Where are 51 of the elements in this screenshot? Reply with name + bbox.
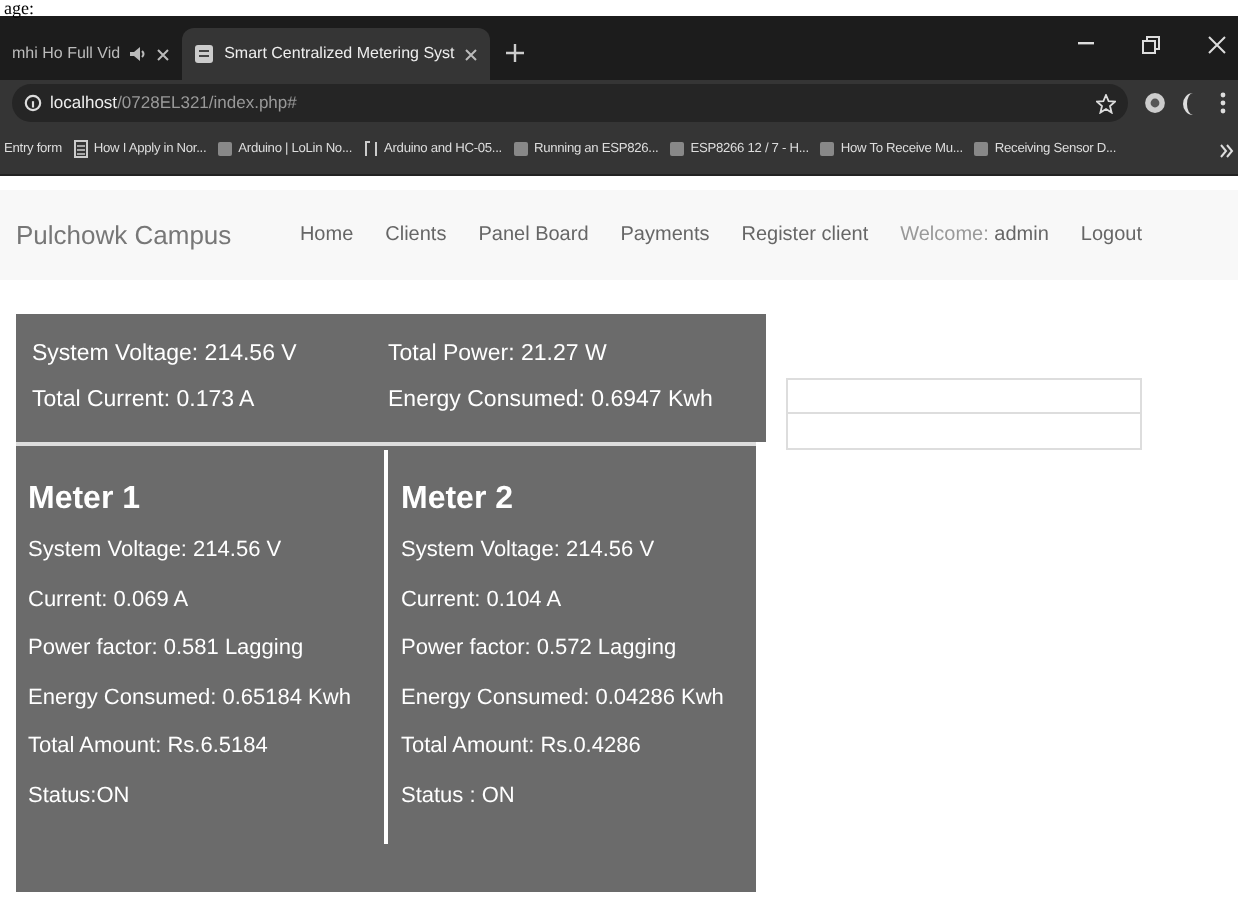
- info-icon: [24, 94, 42, 112]
- close-icon[interactable]: [464, 47, 479, 61]
- meter-reading: Total Amount: Rs.0.4286: [400, 732, 643, 762]
- meter-reading: Power factor: 0.572 Lagging: [400, 634, 679, 664]
- page-icon: [218, 142, 233, 157]
- menu-icon[interactable]: [1220, 92, 1226, 114]
- meter-title: Meter 1: [28, 480, 143, 520]
- meter-reading: Status:ON: [28, 781, 132, 811]
- meter-title: Meter 2: [400, 480, 516, 520]
- meter-reading: Power factor: 0.581 Lagging: [28, 634, 306, 664]
- meter-reading: Energy Consumed: 0.04286 Kwh: [400, 683, 726, 713]
- page-icon: [194, 44, 215, 64]
- close-icon[interactable]: [1208, 35, 1226, 53]
- brand-title[interactable]: Pulchowk Campus: [16, 215, 232, 255]
- page-icon: [974, 142, 989, 157]
- welcome-text: Welcome: admin: [900, 222, 1049, 250]
- summary-reading: System Voltage: 214.56 V: [32, 340, 299, 370]
- meter-reading: Energy Consumed: 0.65184 Kwh: [28, 683, 353, 713]
- meter-reading: System Voltage: 214.56 V: [400, 536, 657, 566]
- nav-link[interactable]: Home: [299, 220, 354, 250]
- extension-icon[interactable]: [1144, 92, 1166, 114]
- meter-reading: Total Amount: Rs.6.5184: [28, 732, 270, 762]
- document-icon: [73, 140, 88, 159]
- caption-fragment: age:: [2, 0, 36, 16]
- summary-reading: Total Power: 21.27 W: [388, 340, 609, 370]
- meter-reading: Current: 0.069 A: [28, 585, 191, 615]
- nav-link[interactable]: Clients: [385, 220, 447, 250]
- url-text: localhost/0728EL321/index.php#: [50, 90, 297, 116]
- meter-reading: System Voltage: 214.56 V: [28, 536, 284, 566]
- chevron-icon[interactable]: [1220, 143, 1234, 157]
- nav-link[interactable]: Payments: [620, 220, 710, 250]
- bracket-icon: [364, 140, 379, 159]
- logout-link[interactable]: Logout: [1080, 220, 1142, 250]
- summary-reading: Total Current: 0.173 A: [32, 386, 257, 416]
- close-icon[interactable]: [156, 47, 171, 61]
- new-tab-icon[interactable]: [506, 44, 525, 62]
- page-icon: [513, 142, 528, 157]
- minimize-icon[interactable]: [1078, 42, 1094, 46]
- browser-tab[interactable]: mhi Ho Full Vid: [0, 28, 183, 80]
- meter-reading: Current: 0.104 A: [400, 585, 564, 615]
- meter-reading: Status : ON: [400, 781, 517, 811]
- address-bar[interactable]: localhost/0728EL321/index.php#: [12, 84, 1128, 122]
- summary-reading: Energy Consumed: 0.6947 Kwh: [388, 386, 715, 416]
- star-icon[interactable]: [1096, 93, 1116, 113]
- nav-link[interactable]: Panel Board: [478, 220, 589, 250]
- restore-icon[interactable]: [1142, 35, 1160, 53]
- page-icon: [670, 142, 685, 157]
- browser-tab[interactable]: Smart Centralized Metering Syst: [182, 28, 491, 80]
- nav-link[interactable]: Register client: [741, 220, 869, 250]
- speaker-icon[interactable]: [130, 46, 147, 62]
- page-icon: [820, 142, 835, 157]
